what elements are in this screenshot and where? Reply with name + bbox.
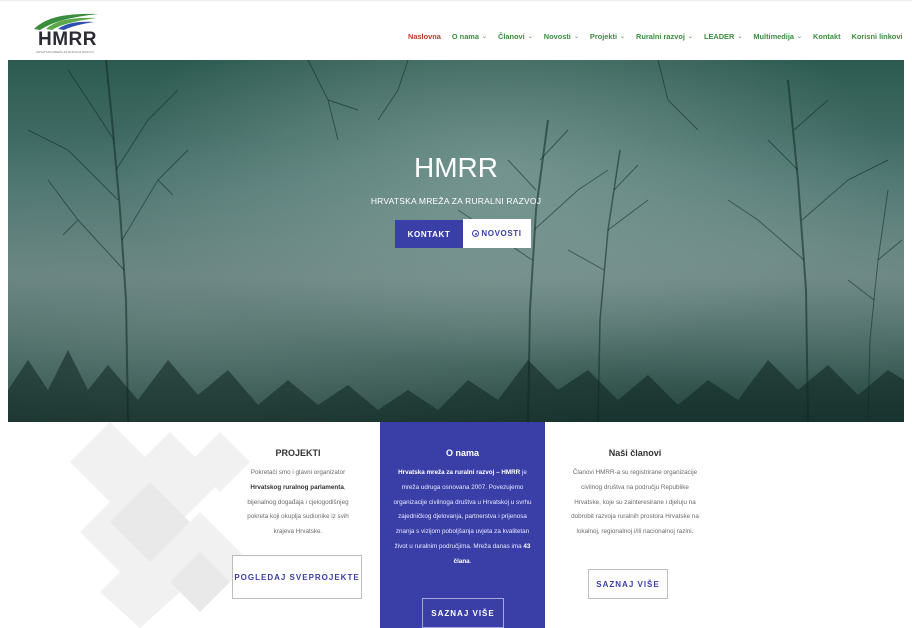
projekti-column: PROJEKTI Pokretači smo i glavni organiza… — [228, 422, 368, 540]
main-navigation: Naslovna O nama ⌄ Članovi ⌄ Novosti ⌄ Pr… — [408, 30, 912, 42]
nav-item-korisni-linkovi[interactable]: Korisni linkovi — [852, 32, 903, 41]
chevron-down-icon: ⌄ — [620, 33, 626, 40]
logo-swoosh-icon — [34, 13, 98, 31]
o-nama-saznaj-vise-button[interactable]: SAZNAJ VIŠE — [422, 598, 504, 628]
logo-text: HMRR — [38, 29, 97, 50]
hmrr-logo[interactable]: HMRR HRVATSKA MREŽA ZA RURALNI RAZVOJ — [30, 11, 102, 54]
clanovi-saznaj-vise-button[interactable]: SAZNAJ VIŠE — [588, 569, 668, 599]
nav-item-leader[interactable]: LEADER ⌄ — [704, 32, 742, 41]
nav-item-naslovna[interactable]: Naslovna — [408, 32, 441, 41]
circle-play-icon — [472, 230, 480, 237]
kontakt-button[interactable]: KONTAKT — [395, 220, 463, 248]
clanovi-column: Naši članovi Članovi HMRR-a su registrir… — [560, 422, 710, 540]
novosti-button[interactable]: NOVOSTI — [463, 219, 531, 248]
o-nama-text: Hrvatska mreža za ruralni razvoj – HMRR … — [393, 469, 532, 565]
features-section: PROJEKTI Pokretači smo i glavni organiza… — [0, 422, 912, 628]
clanovi-title: Naši članovi — [608, 448, 662, 458]
logo-subtitle: HRVATSKA MREŽA ZA RURALNI RAZVOJ — [36, 50, 94, 54]
nav-item-ruralni-razvoj[interactable]: Ruralni razvoj ⌄ — [636, 32, 693, 41]
chevron-down-icon: ⌄ — [527, 33, 533, 40]
hero-title: HMRR — [414, 152, 498, 183]
nav-item-o-nama[interactable]: O nama ⌄ — [452, 32, 487, 41]
o-nama-column: O nama Hrvatska mreža za ruralni razvoj … — [380, 422, 545, 628]
site-header: HMRR HRVATSKA MREŽA ZA RURALNI RAZVOJ Na… — [0, 0, 912, 61]
nav-item-multimedija[interactable]: Multimedija ⌄ — [753, 32, 802, 41]
chevron-down-icon: ⌄ — [573, 33, 579, 40]
nav-item-clanovi[interactable]: Članovi ⌄ — [498, 32, 533, 41]
projekti-text: Pokretači smo i glavni organizator Hrvat… — [247, 469, 349, 536]
projekti-title: PROJEKTI — [275, 448, 321, 458]
chevron-down-icon: ⌄ — [737, 33, 743, 40]
hero-subtitle: HRVATSKA MREŽA ZA RURALNI RAZVOJ — [370, 196, 542, 206]
chevron-down-icon: ⌄ — [687, 33, 693, 40]
chevron-down-icon: ⌄ — [481, 33, 488, 40]
o-nama-title: O nama — [445, 448, 479, 458]
nav-item-kontakt[interactable]: Kontakt — [813, 32, 841, 41]
hero-banner: HMRR HRVATSKA MREŽA ZA RURALNI RAZVOJ KO… — [8, 60, 904, 422]
nav-item-projekti[interactable]: Projekti ⌄ — [590, 32, 625, 41]
nav-item-novosti[interactable]: Novosti ⌄ — [544, 32, 579, 41]
pogledaj-sve-projekte-button[interactable]: POGLEDAJ SVE PROJEKTE — [232, 555, 362, 599]
clanovi-text: Članovi HMRR-a su registrirane organizac… — [571, 469, 699, 536]
chevron-down-icon: ⌄ — [797, 33, 803, 40]
